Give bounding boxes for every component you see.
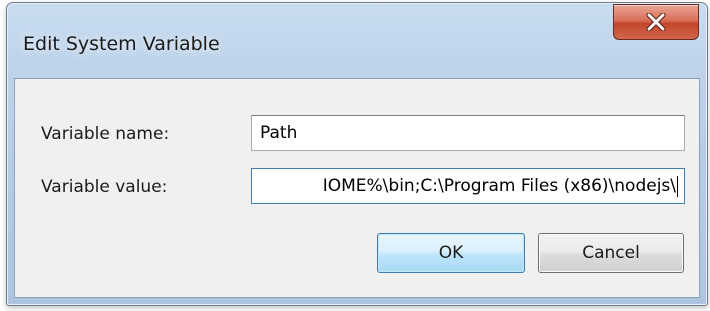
close-x-icon [646, 13, 666, 31]
variable-value-text: IOME%\bin;C:\Program Files (x86)\nodejs\ [322, 176, 676, 196]
edit-system-variable-dialog: Edit System Variable Variable name: Path… [6, 2, 708, 306]
dialog-content: Variable name: Path Variable value: IOME… [14, 78, 700, 298]
variable-name-value: Path [260, 123, 298, 143]
title-bar[interactable]: Edit System Variable [7, 3, 707, 78]
variable-name-label: Variable name: [41, 124, 170, 144]
dialog-title: Edit System Variable [23, 33, 220, 55]
variable-value-label: Variable value: [41, 177, 168, 197]
cancel-button[interactable]: Cancel [538, 233, 684, 273]
close-button[interactable] [613, 4, 699, 40]
variable-value-input[interactable]: IOME%\bin;C:\Program Files (x86)\nodejs\ [251, 168, 685, 204]
text-caret [677, 175, 678, 197]
variable-name-input[interactable]: Path [251, 115, 685, 151]
ok-button[interactable]: OK [377, 233, 525, 273]
